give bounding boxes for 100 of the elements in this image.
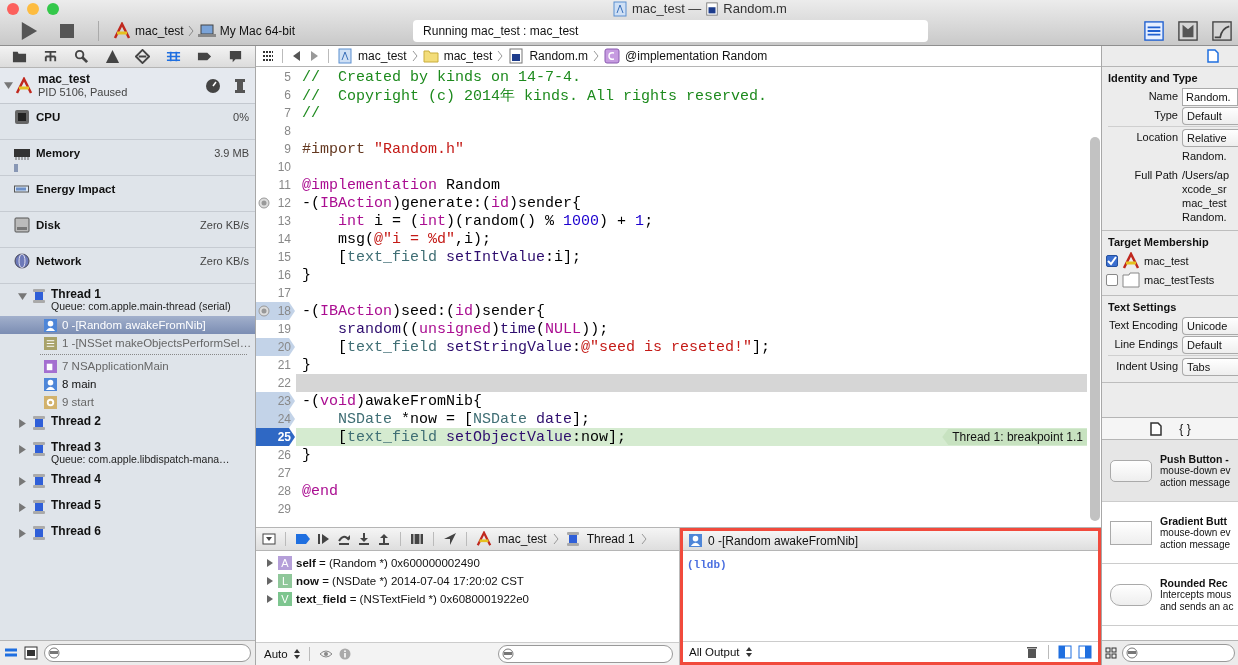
chevron-icon bbox=[497, 50, 504, 62]
file-template-icon[interactable] bbox=[1149, 421, 1164, 436]
popup-button[interactable]: Default bbox=[1182, 107, 1238, 125]
view-hierarchy-icon[interactable] bbox=[410, 532, 424, 546]
hide-panel-icon[interactable] bbox=[262, 532, 276, 546]
thread-name[interactable]: Thread 2 bbox=[51, 415, 101, 427]
code-line: -(IBAction)generate:(id)sender{ bbox=[302, 194, 582, 212]
search-navigator-tab[interactable] bbox=[73, 49, 89, 64]
trash-icon[interactable] bbox=[1025, 645, 1039, 659]
gauge-name[interactable]: Disk bbox=[36, 219, 61, 231]
usage-bar bbox=[14, 164, 18, 172]
variable-entry[interactable]: self = (Random *) 0x600000002490 bbox=[296, 557, 480, 569]
step-out-icon[interactable] bbox=[377, 532, 391, 546]
disclosure-triangle-icon[interactable] bbox=[18, 477, 27, 486]
stack-frame[interactable]: 1 -[NSSet makeObjectsPerformSel… bbox=[0, 334, 255, 352]
scope-popup[interactable]: Auto bbox=[264, 648, 288, 660]
gauge-name[interactable]: Energy Impact bbox=[36, 183, 116, 195]
scheme-name[interactable]: mac_test bbox=[135, 24, 184, 38]
thread-name[interactable]: Thread 5 bbox=[51, 499, 101, 511]
debug-navigator-tab[interactable] bbox=[166, 49, 182, 64]
thread-queue: Queue: com.apple.libdispatch-mana… bbox=[51, 453, 230, 465]
thread-name[interactable]: Thread 3 bbox=[51, 441, 230, 453]
checkbox[interactable] bbox=[1106, 254, 1118, 267]
search-field[interactable] bbox=[498, 645, 673, 663]
disclosure-triangle-icon[interactable] bbox=[18, 419, 27, 428]
search-field[interactable] bbox=[1122, 644, 1235, 662]
debug-area-toggle-icon[interactable] bbox=[1178, 21, 1198, 41]
thread-name[interactable]: Thread 4 bbox=[51, 473, 101, 485]
popup-button[interactable]: Tabs bbox=[1182, 358, 1238, 376]
thread-name[interactable]: Thread 1 bbox=[51, 288, 231, 300]
scrollbar-thumb[interactable] bbox=[1090, 137, 1100, 521]
gauge-icon[interactable] bbox=[205, 77, 221, 94]
disclosure-triangle-icon[interactable] bbox=[18, 503, 27, 512]
variable-kind-badge: V bbox=[278, 592, 292, 606]
library-item[interactable]: Push Button - mouse-down ev action message bbox=[1102, 440, 1238, 502]
variable-entry[interactable]: text_field = (NSTextField *) 0x6080001922e0 bbox=[296, 593, 530, 605]
folder-navigator-tab[interactable] bbox=[11, 49, 27, 64]
debug-bar-item[interactable]: Thread 1 bbox=[586, 532, 635, 546]
variable-entry[interactable]: now = (NSDate *) 2014-07-04 17:20:02 CST bbox=[296, 575, 524, 587]
disclosure-triangle-icon[interactable] bbox=[266, 577, 274, 585]
split-left-icon[interactable] bbox=[1058, 645, 1072, 659]
search-field[interactable] bbox=[44, 644, 251, 662]
disclosure-triangle-icon[interactable] bbox=[266, 559, 274, 567]
code-line: @end bbox=[302, 482, 338, 500]
navigator-toggle-icon[interactable] bbox=[1144, 21, 1164, 41]
jump-bar-item[interactable]: mac_test bbox=[443, 49, 493, 63]
chevron-icon bbox=[187, 25, 194, 37]
breakpoint-circle-icon[interactable] bbox=[258, 197, 270, 209]
eye-icon[interactable] bbox=[318, 647, 333, 661]
close-button[interactable] bbox=[7, 2, 19, 15]
popup-button[interactable]: Relative bbox=[1182, 129, 1238, 147]
disclosure-triangle-icon[interactable] bbox=[18, 445, 27, 454]
warning-navigator-tab[interactable] bbox=[104, 49, 120, 64]
path-text: Random. bbox=[1182, 210, 1228, 224]
jump-bar-item[interactable]: Random.m bbox=[529, 49, 589, 63]
breakpoint-flag[interactable] bbox=[256, 428, 296, 446]
continue-icon[interactable] bbox=[317, 532, 331, 546]
stack-frame[interactable]: 7 NSApplicationMain bbox=[0, 357, 255, 375]
console-prompt: (lldb) bbox=[687, 559, 727, 571]
gauge-name[interactable]: CPU bbox=[36, 111, 61, 123]
jump-bar-item[interactable]: @implementation Random bbox=[625, 49, 768, 63]
library-item[interactable]: Gradient Butt mouse-down ev action message bbox=[1102, 502, 1238, 564]
popup-button[interactable]: Unicode bbox=[1182, 317, 1238, 335]
code-snippet-tab[interactable]: { } bbox=[1179, 421, 1191, 436]
split-right-icon[interactable] bbox=[1078, 645, 1092, 659]
file-inspector-icon[interactable] bbox=[1206, 49, 1220, 63]
step-into-icon[interactable] bbox=[357, 532, 371, 546]
name-field[interactable]: Random. bbox=[1182, 88, 1238, 106]
stack-frame[interactable]: 8 main bbox=[0, 375, 255, 393]
app-icon bbox=[113, 22, 131, 40]
chip-icon bbox=[14, 109, 30, 125]
output-filter-popup[interactable]: All Output bbox=[689, 646, 740, 658]
toggle-icon[interactable] bbox=[24, 646, 38, 660]
grid-icon[interactable] bbox=[262, 50, 274, 62]
log-navigator-tab[interactable] bbox=[228, 49, 244, 64]
forward-arrow-icon[interactable] bbox=[308, 50, 320, 62]
disclosure-triangle-icon[interactable] bbox=[266, 595, 274, 603]
library-item[interactable]: Rounded Rec Intercepts mous and sends an ac bbox=[1102, 564, 1238, 626]
popup-button[interactable]: Default bbox=[1182, 336, 1238, 354]
disclosure-triangle-icon[interactable] bbox=[4, 81, 13, 90]
gauge-name[interactable]: Memory bbox=[36, 147, 81, 159]
globe-icon bbox=[14, 253, 30, 269]
section-title: Target Membership bbox=[1107, 236, 1210, 248]
thread-name[interactable]: Thread 6 bbox=[51, 525, 101, 537]
disclosure-triangle-icon[interactable] bbox=[18, 292, 27, 301]
location-arrow-icon[interactable] bbox=[443, 532, 457, 546]
test-navigator-tab[interactable] bbox=[135, 49, 151, 64]
utilities-toggle-icon[interactable] bbox=[1212, 21, 1232, 41]
path-text: Random. bbox=[1182, 149, 1227, 163]
gauge-name[interactable]: Network bbox=[36, 255, 82, 267]
stack-frame[interactable]: 9 start bbox=[0, 393, 255, 411]
jump-bar-item[interactable]: mac_test bbox=[358, 49, 407, 63]
disclosure-triangle-icon[interactable] bbox=[18, 529, 27, 538]
run-icon[interactable] bbox=[20, 21, 38, 41]
destination-name[interactable]: My Mac 64-bit bbox=[219, 24, 296, 38]
debug-bar-item[interactable]: mac_test bbox=[498, 532, 547, 546]
checkbox[interactable] bbox=[1106, 273, 1118, 286]
hierarchy-navigator-tab[interactable] bbox=[42, 49, 58, 64]
back-arrow-icon[interactable] bbox=[291, 50, 303, 62]
breakpoints-toggle-icon[interactable] bbox=[295, 531, 311, 547]
